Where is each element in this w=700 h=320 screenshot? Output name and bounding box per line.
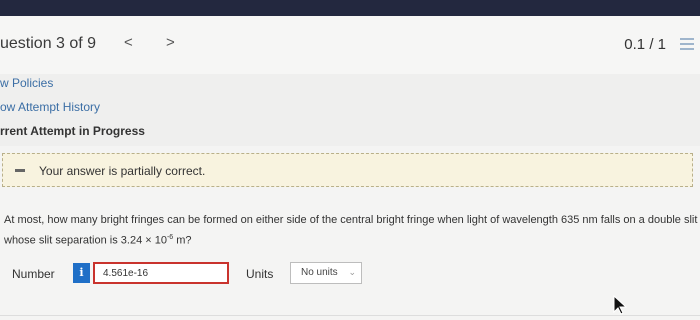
partial-credit-icon (15, 169, 25, 172)
units-value: No units (301, 267, 338, 278)
units-label: Units (246, 267, 274, 281)
question-end: m? (173, 234, 192, 247)
divider (0, 315, 700, 316)
question-counter: uestion 3 of 9 (0, 35, 97, 52)
current-attempt-label: rrent Attempt in Progress (0, 124, 145, 138)
feedback-banner: Your answer is partially correct. (2, 153, 693, 187)
view-policies-link[interactable]: w Policies (0, 76, 53, 90)
feedback-text: Your answer is partially correct. (39, 164, 206, 178)
menu-icon[interactable] (680, 38, 694, 52)
answer-row: Number i Units No units ⌄ (0, 260, 700, 288)
info-icon[interactable]: i (73, 263, 90, 283)
score-display: 0.1 / 1 (624, 36, 666, 53)
mouse-pointer-icon (613, 295, 628, 315)
top-bar (0, 0, 700, 16)
attempt-history-link[interactable]: ow Attempt History (0, 100, 100, 114)
chevron-down-icon: ⌄ (348, 267, 356, 277)
question-body: At most, how many bright fringes can be … (4, 214, 698, 247)
number-label: Number (12, 267, 55, 281)
question-text: At most, how many bright fringes can be … (4, 211, 698, 250)
units-select[interactable]: No units ⌄ (290, 262, 362, 284)
question-header: uestion 3 of 9 < > 0.1 / 1 (0, 16, 700, 74)
attempt-links: w Policies ow Attempt History rrent Atte… (0, 74, 700, 146)
chevron-right-icon[interactable]: > (166, 34, 175, 51)
answer-input[interactable] (93, 262, 229, 284)
chevron-left-icon[interactable]: < (124, 34, 133, 51)
